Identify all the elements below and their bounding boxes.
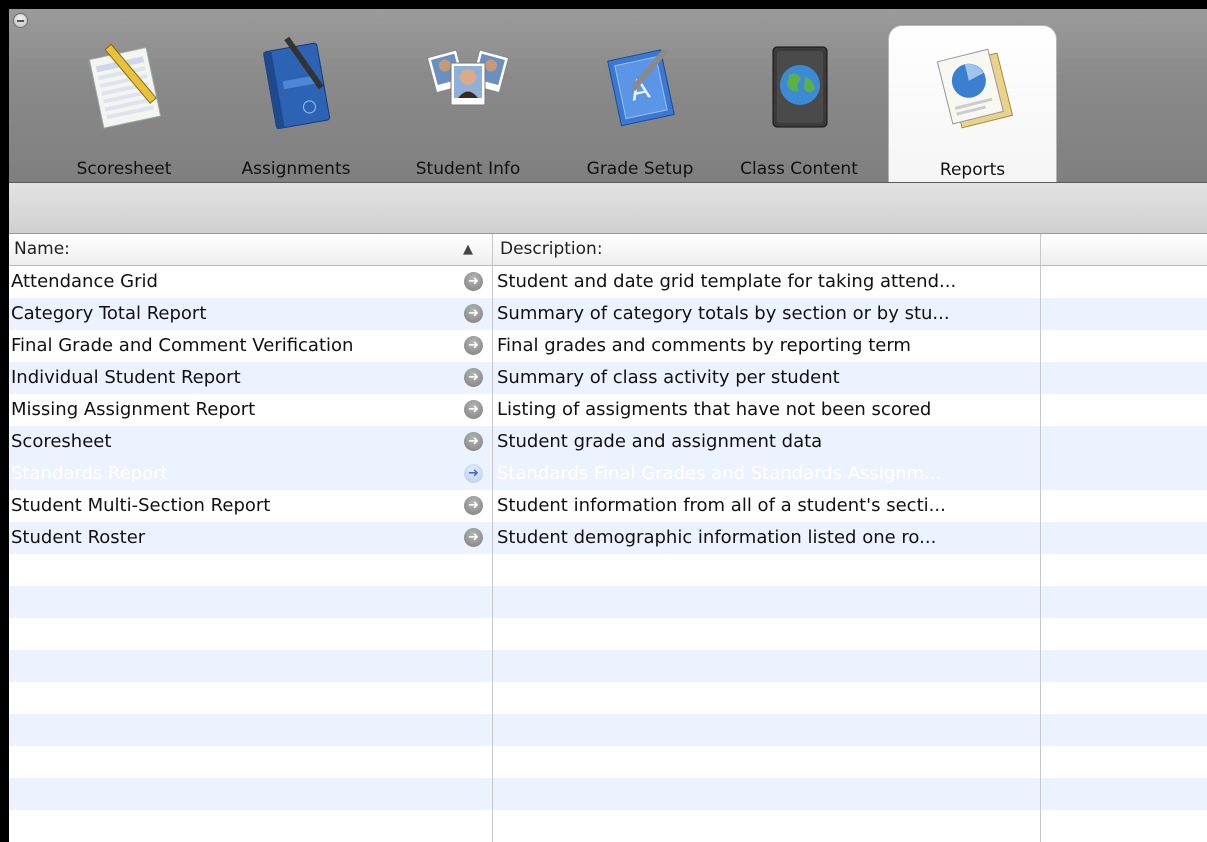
empty-row <box>9 554 1207 586</box>
report-name: Category Total Report <box>11 303 207 324</box>
tab-label: Grade Setup <box>586 159 694 179</box>
arrow-right-icon[interactable]: ➜ <box>464 528 483 547</box>
class-content-globe-icon <box>723 33 875 133</box>
table-body: Attendance Grid ➜ Student and date grid … <box>9 266 1207 842</box>
report-name: Final Grade and Comment Verification <box>11 335 354 356</box>
tab-label: Student Info <box>415 159 521 179</box>
column-header-description[interactable]: Description: <box>495 234 1041 265</box>
arrow-right-icon[interactable]: ➜ <box>464 304 483 323</box>
report-description: Student information from all of a studen… <box>497 495 946 516</box>
empty-row <box>9 618 1207 650</box>
table-row[interactable]: Student Roster ➜ Student demographic inf… <box>9 522 1207 554</box>
student-photos-icon <box>393 33 543 133</box>
report-description: Standards Final Grades and Standards Ass… <box>497 463 942 484</box>
report-description: Summary of category totals by section or… <box>497 303 950 324</box>
report-description: Summary of class activity per student <box>497 367 840 388</box>
table-header: Name: ▲ Description: <box>9 234 1207 266</box>
report-description: Listing of assigments that have not been… <box>497 399 932 420</box>
report-description: Student demographic information listed o… <box>497 527 937 548</box>
report-name: Missing Assignment Report <box>11 399 256 420</box>
secondary-toolbar <box>9 183 1207 234</box>
table-row[interactable]: Scoresheet ➜ Student grade and assignmen… <box>9 426 1207 458</box>
table-row[interactable]: Category Total Report ➜ Summary of categ… <box>9 298 1207 330</box>
empty-row <box>9 682 1207 714</box>
tab-label: Reports <box>939 160 1006 180</box>
column-divider[interactable] <box>492 234 493 842</box>
report-description: Student grade and assignment data <box>497 431 823 452</box>
table-row[interactable]: Missing Assignment Report ➜ Listing of a… <box>9 394 1207 426</box>
tab-label: Class Content <box>740 159 858 179</box>
toolbar-collapse-button[interactable] <box>13 13 28 28</box>
arrow-right-icon[interactable]: ➜ <box>464 336 483 355</box>
arrow-right-icon[interactable]: ➜ <box>464 272 483 291</box>
arrow-right-icon[interactable]: ➜ <box>464 496 483 515</box>
arrow-right-icon[interactable]: ➜ <box>464 368 483 387</box>
empty-row <box>9 778 1207 810</box>
empty-row <box>9 810 1207 842</box>
table-row[interactable]: Final Grade and Comment Verification ➜ F… <box>9 330 1207 362</box>
arrow-right-icon[interactable]: ➜ <box>464 400 483 419</box>
tab-label: Assignments <box>241 159 351 179</box>
table-row[interactable]: Individual Student Report ➜ Summary of c… <box>9 362 1207 394</box>
app-window: Scoresheet Assignments Student Info A Gr… <box>9 9 1207 842</box>
column-header-name[interactable]: Name: <box>9 234 489 265</box>
report-name: Attendance Grid <box>11 271 158 292</box>
sort-ascending-icon[interactable]: ▲ <box>458 234 478 265</box>
toolbar: Scoresheet Assignments Student Info A Gr… <box>9 9 1207 183</box>
tab-grade-setup[interactable]: A Grade Setup <box>565 25 715 181</box>
tab-student-info[interactable]: Student Info <box>393 25 543 181</box>
grade-setup-icon: A <box>565 33 715 133</box>
empty-row <box>9 714 1207 746</box>
tab-label: Scoresheet <box>76 159 172 179</box>
report-description: Student and date grid template for takin… <box>497 271 957 292</box>
report-name: Scoresheet <box>11 431 112 452</box>
report-name: Individual Student Report <box>11 367 241 388</box>
assignments-notebook-icon <box>221 33 371 133</box>
empty-row <box>9 650 1207 682</box>
reports-table: Name: ▲ Description: Attendance Grid ➜ S… <box>9 234 1207 842</box>
empty-row <box>9 586 1207 618</box>
column-divider[interactable] <box>1040 234 1041 842</box>
reports-pie-chart-icon <box>889 34 1056 134</box>
tab-class-content[interactable]: Class Content <box>723 25 875 181</box>
table-row[interactable]: Student Multi-Section Report ➜ Student i… <box>9 490 1207 522</box>
table-row-selected[interactable]: Standards Report ➜ Standards Final Grade… <box>9 458 1207 490</box>
arrow-right-icon[interactable]: ➜ <box>464 432 483 451</box>
column-header-label: Name: <box>14 239 70 259</box>
tab-reports[interactable]: Reports <box>888 25 1057 182</box>
tab-scoresheet[interactable]: Scoresheet <box>49 25 199 181</box>
tab-assignments[interactable]: Assignments <box>221 25 371 181</box>
arrow-right-icon[interactable]: ➜ <box>464 464 483 483</box>
report-name: Student Multi-Section Report <box>11 495 271 516</box>
empty-row <box>9 746 1207 778</box>
scoresheet-icon <box>49 33 199 133</box>
report-name: Student Roster <box>11 527 146 548</box>
report-description: Final grades and comments by reporting t… <box>497 335 911 356</box>
table-row[interactable]: Attendance Grid ➜ Student and date grid … <box>9 266 1207 298</box>
report-name: Standards Report <box>11 463 168 484</box>
column-header-label: Description: <box>500 239 603 259</box>
